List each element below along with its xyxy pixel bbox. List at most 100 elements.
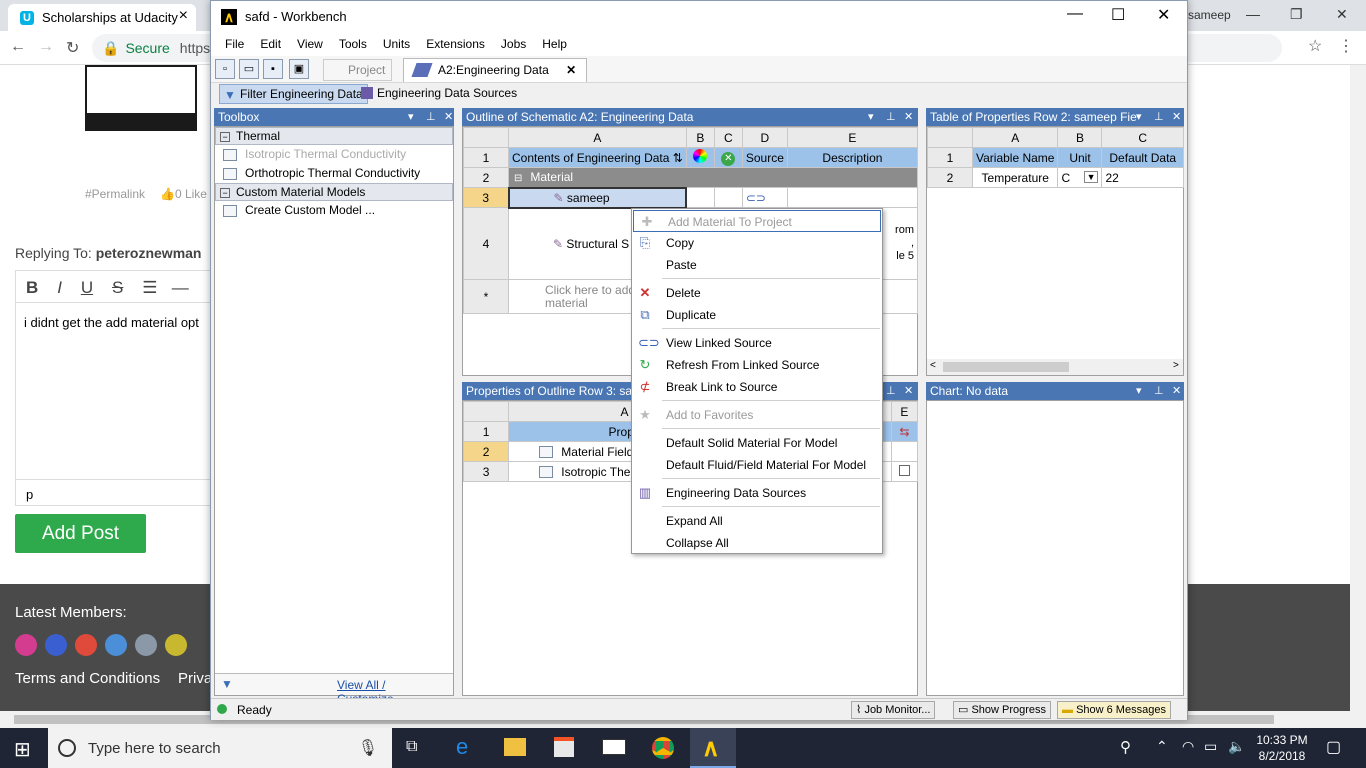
menu-file[interactable]: File bbox=[217, 37, 252, 51]
page-vertical-scrollbar[interactable] bbox=[1350, 65, 1366, 715]
menu-add-material-to-project[interactable]: ✚ Add Material To Project bbox=[633, 210, 881, 232]
windows-start-icon[interactable]: ⊞ bbox=[14, 737, 31, 762]
outline-dropdown-icon[interactable]: ▾ bbox=[868, 108, 874, 126]
save-as-icon[interactable]: ▣ bbox=[289, 59, 309, 79]
menu-collapse-all[interactable]: Collapse All bbox=[632, 532, 882, 554]
menu-extensions[interactable]: Extensions bbox=[418, 37, 493, 51]
strike-icon[interactable]: S bbox=[112, 278, 123, 297]
property-checkbox[interactable] bbox=[890, 461, 919, 482]
clock[interactable]: 10:33 PM 8/2/2018 bbox=[1252, 732, 1312, 764]
table-close-icon[interactable]: ✕ bbox=[1172, 108, 1181, 126]
tab-project[interactable]: Project bbox=[323, 59, 393, 81]
people-icon[interactable]: ⚲ bbox=[1120, 738, 1131, 756]
collapse-icon[interactable]: ⊟ bbox=[514, 173, 522, 184]
collapse-icon[interactable]: − bbox=[220, 188, 230, 198]
menu-jobs[interactable]: Jobs bbox=[493, 37, 534, 51]
tab-engineering-data[interactable]: A2:Engineering Data ✕ bbox=[403, 58, 588, 82]
col-c[interactable]: C bbox=[1101, 127, 1184, 148]
chrome-icon[interactable] bbox=[652, 737, 674, 759]
chart-dropdown-icon[interactable]: ▾ bbox=[1136, 382, 1142, 400]
avatar[interactable] bbox=[165, 634, 187, 656]
filter-engineering-data-button[interactable]: ▼ Filter Engineering Data bbox=[219, 84, 368, 104]
bookmark-star-icon[interactable]: ☆ bbox=[1308, 36, 1322, 56]
menu-default-fluid[interactable]: Default Fluid/Field Material For Model bbox=[632, 454, 882, 476]
engineering-data-sources-button[interactable]: Engineering Data Sources bbox=[359, 84, 521, 104]
close-browser-icon[interactable]: ✕ bbox=[1336, 6, 1348, 23]
microphone-icon[interactable]: 🎙 bbox=[358, 738, 378, 758]
chart-pin-icon[interactable]: ⊥ bbox=[1154, 382, 1164, 400]
show-progress-button[interactable]: ▭ Show Progress bbox=[953, 701, 1052, 719]
group-thermal[interactable]: − Thermal bbox=[215, 127, 453, 145]
volume-icon[interactable]: 🔈 bbox=[1228, 738, 1245, 755]
close-tab-x-icon[interactable]: ✕ bbox=[566, 63, 576, 77]
menu-default-solid[interactable]: Default Solid Material For Model bbox=[632, 432, 882, 454]
default-data-cell[interactable]: 22 bbox=[1101, 167, 1184, 188]
toolbox-item-orthotropic[interactable]: Orthotropic Thermal Conductivity bbox=[215, 164, 453, 183]
close-tab-icon[interactable]: × bbox=[179, 7, 188, 25]
col-e[interactable]: E bbox=[786, 127, 919, 148]
collapse-icon[interactable]: − bbox=[220, 132, 230, 142]
editor-content[interactable]: i didnt get the add material opt bbox=[16, 303, 212, 342]
col-b[interactable]: B bbox=[685, 127, 715, 148]
checkbox-icon[interactable] bbox=[898, 464, 910, 476]
back-icon[interactable]: ← bbox=[10, 38, 26, 56]
scroll-right-icon[interactable]: > bbox=[1173, 360, 1179, 371]
scroll-thumb[interactable] bbox=[943, 362, 1069, 372]
table-pin-icon[interactable]: ⊥ bbox=[1154, 108, 1164, 126]
bold-icon[interactable]: B bbox=[26, 278, 38, 297]
sort-icon[interactable]: ⇅ bbox=[673, 151, 683, 165]
source-cell[interactable]: ⊂⊃ bbox=[741, 187, 788, 208]
reply-editor[interactable]: B I U S ☰ — i didnt get the add material… bbox=[15, 270, 212, 506]
menu-view[interactable]: View bbox=[289, 37, 331, 51]
avatar[interactable] bbox=[15, 634, 37, 656]
avatar[interactable] bbox=[45, 634, 67, 656]
chart-close-icon[interactable]: ✕ bbox=[1172, 382, 1181, 400]
col-e[interactable]: E bbox=[890, 401, 919, 422]
reload-icon[interactable]: ↻ bbox=[66, 38, 79, 58]
wifi-icon[interactable]: ◠ bbox=[1182, 738, 1194, 755]
taskbar-search[interactable]: Type here to search 🎙 bbox=[48, 728, 392, 768]
menu-paste[interactable]: Paste bbox=[632, 254, 882, 276]
italic-icon[interactable]: I bbox=[57, 278, 62, 297]
file-explorer-icon[interactable] bbox=[504, 738, 526, 756]
menu-engineering-data-sources[interactable]: ▥ Engineering Data Sources bbox=[632, 482, 882, 504]
edge-icon[interactable]: e bbox=[456, 734, 468, 760]
workbench-taskbar-button[interactable]: ∧ bbox=[690, 728, 736, 768]
outline-pin-icon[interactable]: ⊥ bbox=[886, 108, 896, 126]
list-icon[interactable]: ☰ bbox=[142, 278, 157, 297]
task-view-icon[interactable]: ⧉ bbox=[406, 738, 417, 756]
wb-maximize-icon[interactable]: ☐ bbox=[1111, 5, 1125, 25]
table-row[interactable]: 2 Temperature C ▼ 22 bbox=[927, 167, 1184, 188]
tray-chevron-icon[interactable]: ⌃ bbox=[1156, 738, 1168, 755]
browser-tab[interactable]: U Scholarships at Udacity × bbox=[8, 4, 196, 31]
avatar[interactable] bbox=[135, 634, 157, 656]
toolbox-item-create-custom[interactable]: Create Custom Model ... bbox=[215, 201, 453, 220]
menu-duplicate[interactable]: ⧉ Duplicate bbox=[632, 304, 882, 326]
underline-icon[interactable]: U bbox=[81, 278, 93, 297]
toolbox-close-icon[interactable]: ✕ bbox=[444, 108, 453, 126]
col-b[interactable]: B bbox=[1057, 127, 1103, 148]
store-icon[interactable] bbox=[554, 737, 574, 757]
property-flag[interactable] bbox=[890, 441, 919, 462]
avatar[interactable] bbox=[105, 634, 127, 656]
toolbox-item-isotropic[interactable]: Isotropic Thermal Conductivity bbox=[215, 145, 453, 164]
menu-expand-all[interactable]: Expand All bbox=[632, 510, 882, 532]
group-custom-models[interactable]: − Custom Material Models bbox=[215, 183, 453, 201]
menu-break-link[interactable]: ⊄ Break Link to Source bbox=[632, 376, 882, 398]
menu-copy[interactable]: ⎘ Copy bbox=[632, 232, 882, 254]
add-post-button[interactable]: Add Post bbox=[15, 514, 146, 553]
forward-icon[interactable]: → bbox=[38, 38, 54, 56]
properties-pin-icon[interactable]: ⊥ bbox=[886, 382, 896, 400]
menu-help[interactable]: Help bbox=[534, 37, 575, 51]
restore-icon[interactable]: ❐ bbox=[1290, 6, 1303, 23]
scroll-left-icon[interactable]: < bbox=[930, 360, 936, 371]
hr-icon[interactable]: — bbox=[172, 278, 189, 297]
menu-units[interactable]: Units bbox=[375, 37, 418, 51]
save-icon[interactable]: ▪ bbox=[263, 59, 283, 79]
privacy-link[interactable]: Priva bbox=[178, 670, 212, 687]
material-name-cell[interactable]: ✎ sameep bbox=[507, 186, 688, 209]
color-cell[interactable] bbox=[685, 187, 715, 208]
menu-view-linked-source[interactable]: ⊂⊃ View Linked Source bbox=[632, 332, 882, 354]
table-dropdown-icon[interactable]: ▾ bbox=[1136, 108, 1142, 126]
table-horizontal-scrollbar[interactable]: < > bbox=[927, 359, 1183, 375]
